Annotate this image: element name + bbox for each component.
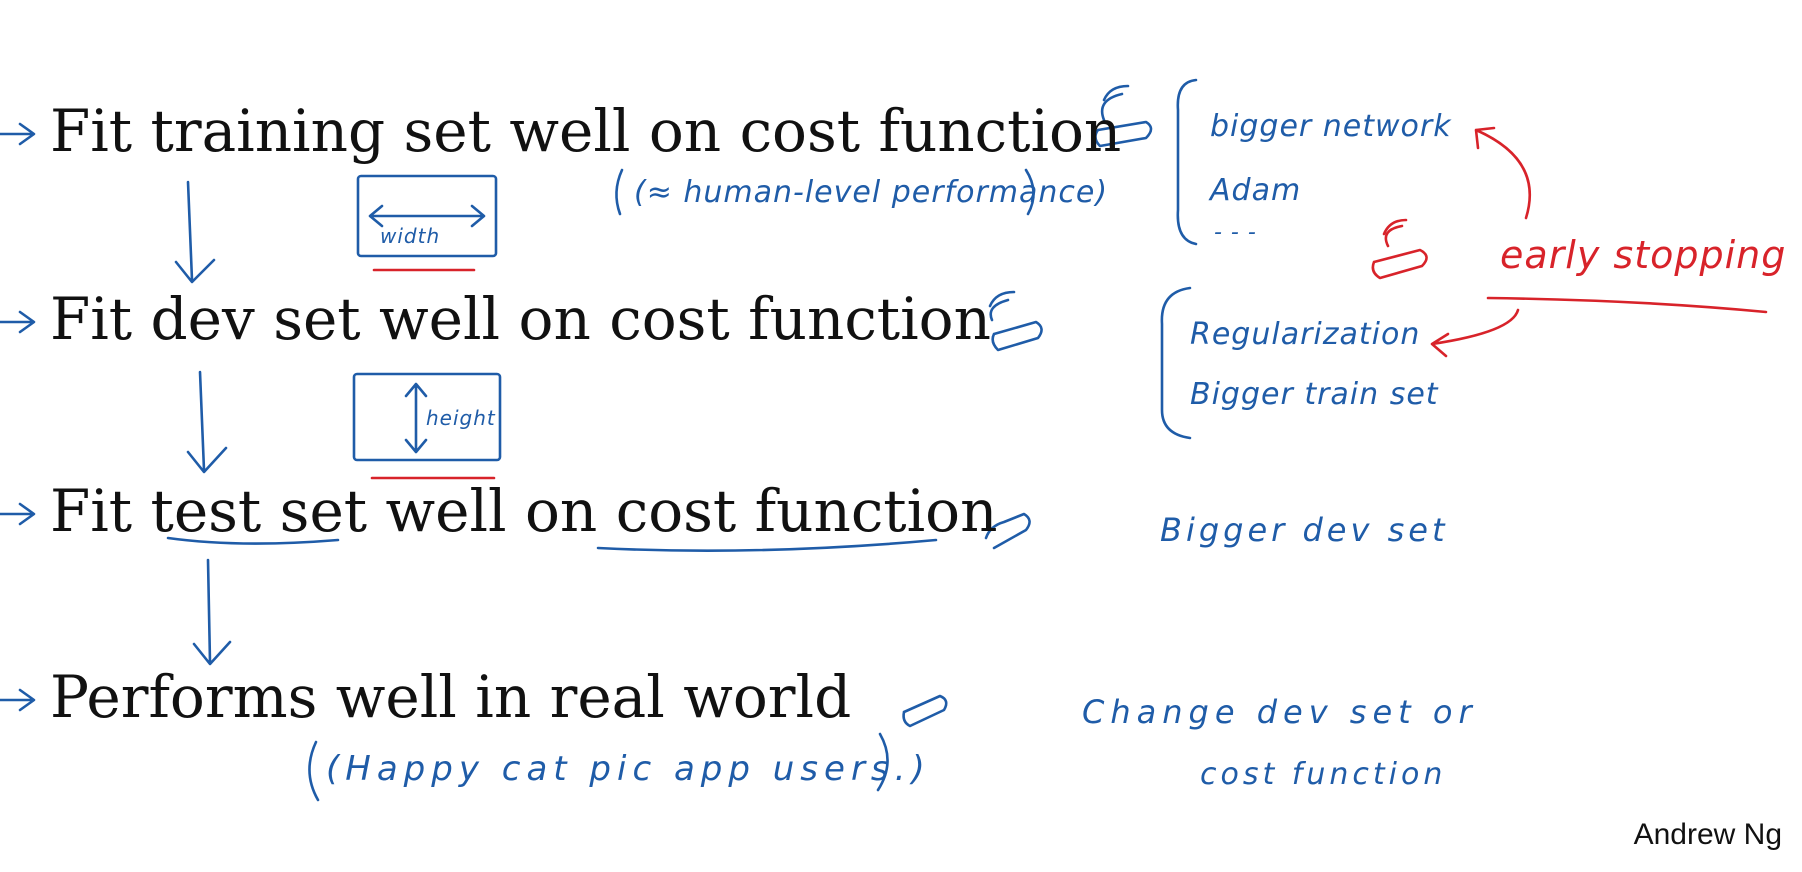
width-box bbox=[356, 174, 498, 272]
step-fit-training-set: Fit training set well on cost function bbox=[50, 97, 1122, 165]
option-bigger-network: bigger network bbox=[1210, 109, 1452, 144]
bullet-arrows bbox=[0, 122, 36, 712]
step-performs-real-world: Performs well in real world bbox=[50, 663, 852, 731]
option-cost-function: cost function bbox=[1200, 757, 1447, 792]
width-label: width bbox=[380, 224, 441, 248]
slide: Fit training set well on cost function F… bbox=[0, 0, 1802, 872]
early-stopping-label: early stopping bbox=[1500, 233, 1787, 277]
option-change-dev-set: Change dev set or bbox=[1082, 693, 1478, 731]
option-ellipsis: - - - bbox=[1214, 220, 1257, 245]
step-fit-test-set: Fit test set well on cost function bbox=[50, 477, 998, 545]
option-regularization: Regularization bbox=[1190, 317, 1421, 352]
step-fit-dev-set: Fit dev set well on cost function bbox=[50, 285, 991, 353]
down-arrows bbox=[174, 180, 232, 666]
option-adam: Adam bbox=[1210, 173, 1302, 208]
human-level-note: (≈ human-level performance) bbox=[634, 175, 1109, 210]
height-label: height bbox=[426, 406, 496, 430]
real-world-note: (Happy cat pic app users.) bbox=[326, 749, 931, 789]
option-bigger-dev-set: Bigger dev set bbox=[1160, 511, 1449, 549]
option-bigger-train-set: Bigger train set bbox=[1190, 377, 1439, 412]
author-credit: Andrew Ng bbox=[1633, 818, 1782, 851]
